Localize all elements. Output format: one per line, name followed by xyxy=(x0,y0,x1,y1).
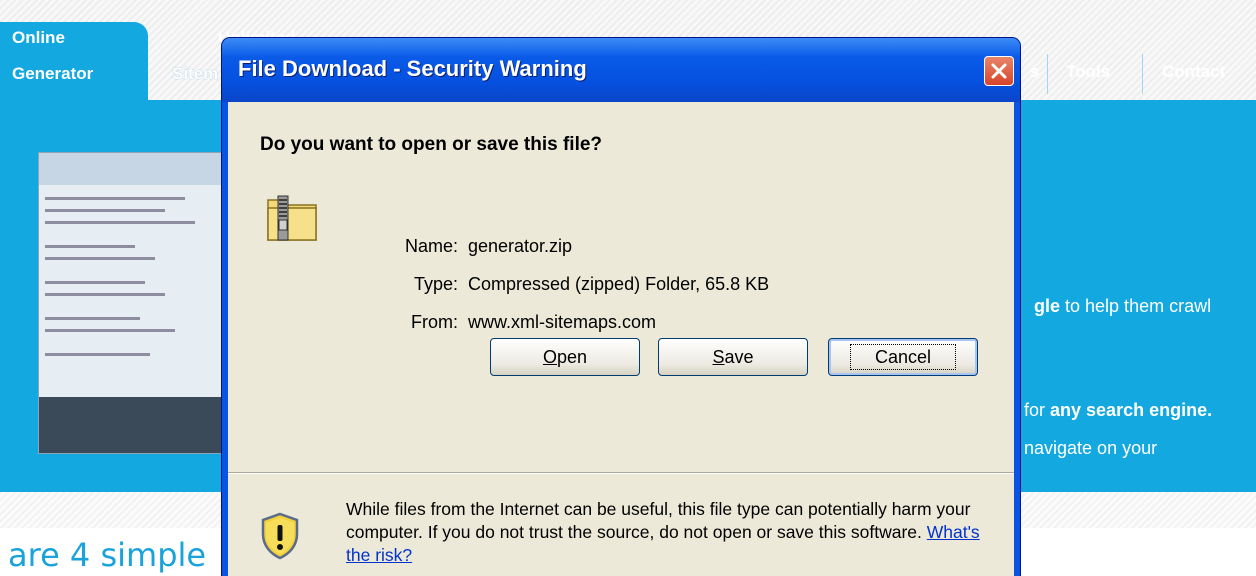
product-screenshot xyxy=(38,152,240,454)
thumb-line xyxy=(45,209,165,212)
thumb-line xyxy=(45,353,150,356)
thumb-toolbar xyxy=(39,153,239,185)
thumb-line xyxy=(45,329,175,332)
dialog-title: File Download - Security Warning xyxy=(238,56,587,81)
security-warning-text: While files from the Internet can be use… xyxy=(346,499,980,565)
thumb-line xyxy=(45,317,140,320)
hero-text-line1: gle to help them crawl xyxy=(1034,296,1212,316)
hero-text-line2: for any search engine. xyxy=(1024,400,1213,420)
dialog-question: Do you want to open or save this file? xyxy=(260,134,603,155)
from-label: From: xyxy=(411,312,458,332)
thumb-line xyxy=(45,197,185,200)
section-heading: are 4 simple xyxy=(8,536,207,574)
close-button[interactable] xyxy=(984,56,1014,86)
from-value: www.xml-sitemaps.com xyxy=(468,312,657,332)
open-button[interactable]: Open xyxy=(490,338,640,376)
nav-tab-contact[interactable]: Contact xyxy=(1162,62,1225,82)
thumb-line xyxy=(45,281,145,284)
nav-tab-online-label-2: Generator xyxy=(12,64,94,83)
nav-tab-online-label-1: Online xyxy=(12,28,65,47)
name-value: generator.zip xyxy=(468,236,573,256)
security-shield-icon xyxy=(261,512,299,560)
thumb-taskbar xyxy=(39,397,239,453)
dialog-titlebar[interactable]: File Download - Security Warning xyxy=(222,38,1020,102)
dialog-separator-highlight xyxy=(228,473,1014,474)
save-button[interactable]: Save xyxy=(658,338,808,376)
thumb-line xyxy=(45,221,195,224)
close-icon xyxy=(991,63,1007,79)
type-value: Compressed (zipped) Folder, 65.8 KB xyxy=(468,274,770,294)
thumb-line xyxy=(45,293,165,296)
hero-text-line3: navigate on your xyxy=(1024,438,1158,458)
cancel-button[interactable]: Cancel xyxy=(828,338,978,376)
thumb-line xyxy=(45,257,155,260)
zip-folder-icon xyxy=(267,195,317,241)
nav-separator xyxy=(1142,54,1143,94)
name-label: Name: xyxy=(404,236,458,256)
nav-tab-tools[interactable]: Tools xyxy=(1066,62,1110,82)
cancel-label: Cancel xyxy=(849,344,957,370)
nav-tab-partial[interactable]: s xyxy=(1030,62,1039,82)
nav-separator xyxy=(1047,54,1048,94)
file-download-dialog: File Download - Security Warning Do you … xyxy=(222,38,1020,576)
dialog-body: Do you want to open or save this file? N… xyxy=(228,102,1014,576)
thumb-line xyxy=(45,245,135,248)
type-label: Type: xyxy=(413,274,458,294)
nav-tab-unlimited-label-2[interactable]: Sitem xyxy=(172,62,218,86)
